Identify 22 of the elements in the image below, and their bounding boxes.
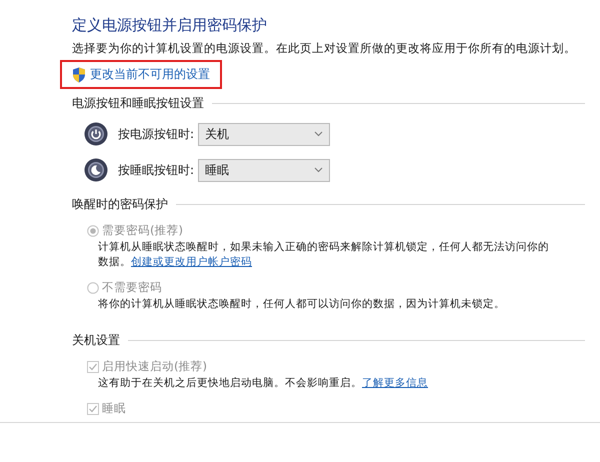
option-description: 这有助于在关机之后更快地启动电脑。不会影响重启。了解更多信息 xyxy=(98,376,429,391)
settings-link[interactable]: 更改当前不可用的设置 xyxy=(90,66,210,83)
chevron-icon xyxy=(314,131,323,137)
shield-icon xyxy=(72,66,86,82)
option-description: 将你的计算机从睡眠状态唤醒时，任何人都可以访问你的数据，因为计算机未锁定。 xyxy=(98,297,506,312)
dropdown-label: 按电源按钮时: xyxy=(118,126,196,142)
option-label: 不需要密码 xyxy=(102,280,162,295)
section-heading: 关机设置 xyxy=(72,332,120,349)
dropdown[interactable]: 关机 xyxy=(198,122,330,146)
section-heading: 唤醒时的密码保护 xyxy=(72,196,168,213)
option-label: 睡眠 xyxy=(102,401,126,416)
option-label: 需要密码(推荐) xyxy=(102,223,183,238)
option-description: 计算机从睡眠状态唤醒时，如果未输入正确的密码来解除计算机锁定，任何人都无法访问你的数据。创建或更改用户帐户密码 xyxy=(98,240,550,270)
option-label: 启用快速启动(推荐) xyxy=(102,359,207,374)
chevron-icon xyxy=(314,167,323,173)
moon-icon xyxy=(84,158,108,182)
page-description: 选择要为你的计算机设置的电源设置。在此页上对设置所做的更改将应用于你所有的电源计划。 xyxy=(72,41,577,56)
section-heading: 电源按钮和睡眠按钮设置 xyxy=(72,95,204,112)
dropdown-label: 按睡眠按钮时: xyxy=(118,162,196,178)
power-icon xyxy=(84,122,108,146)
page-title: 定义电源按钮并启用密码保护 xyxy=(72,16,268,35)
dropdown[interactable]: 睡眠 xyxy=(198,158,330,182)
